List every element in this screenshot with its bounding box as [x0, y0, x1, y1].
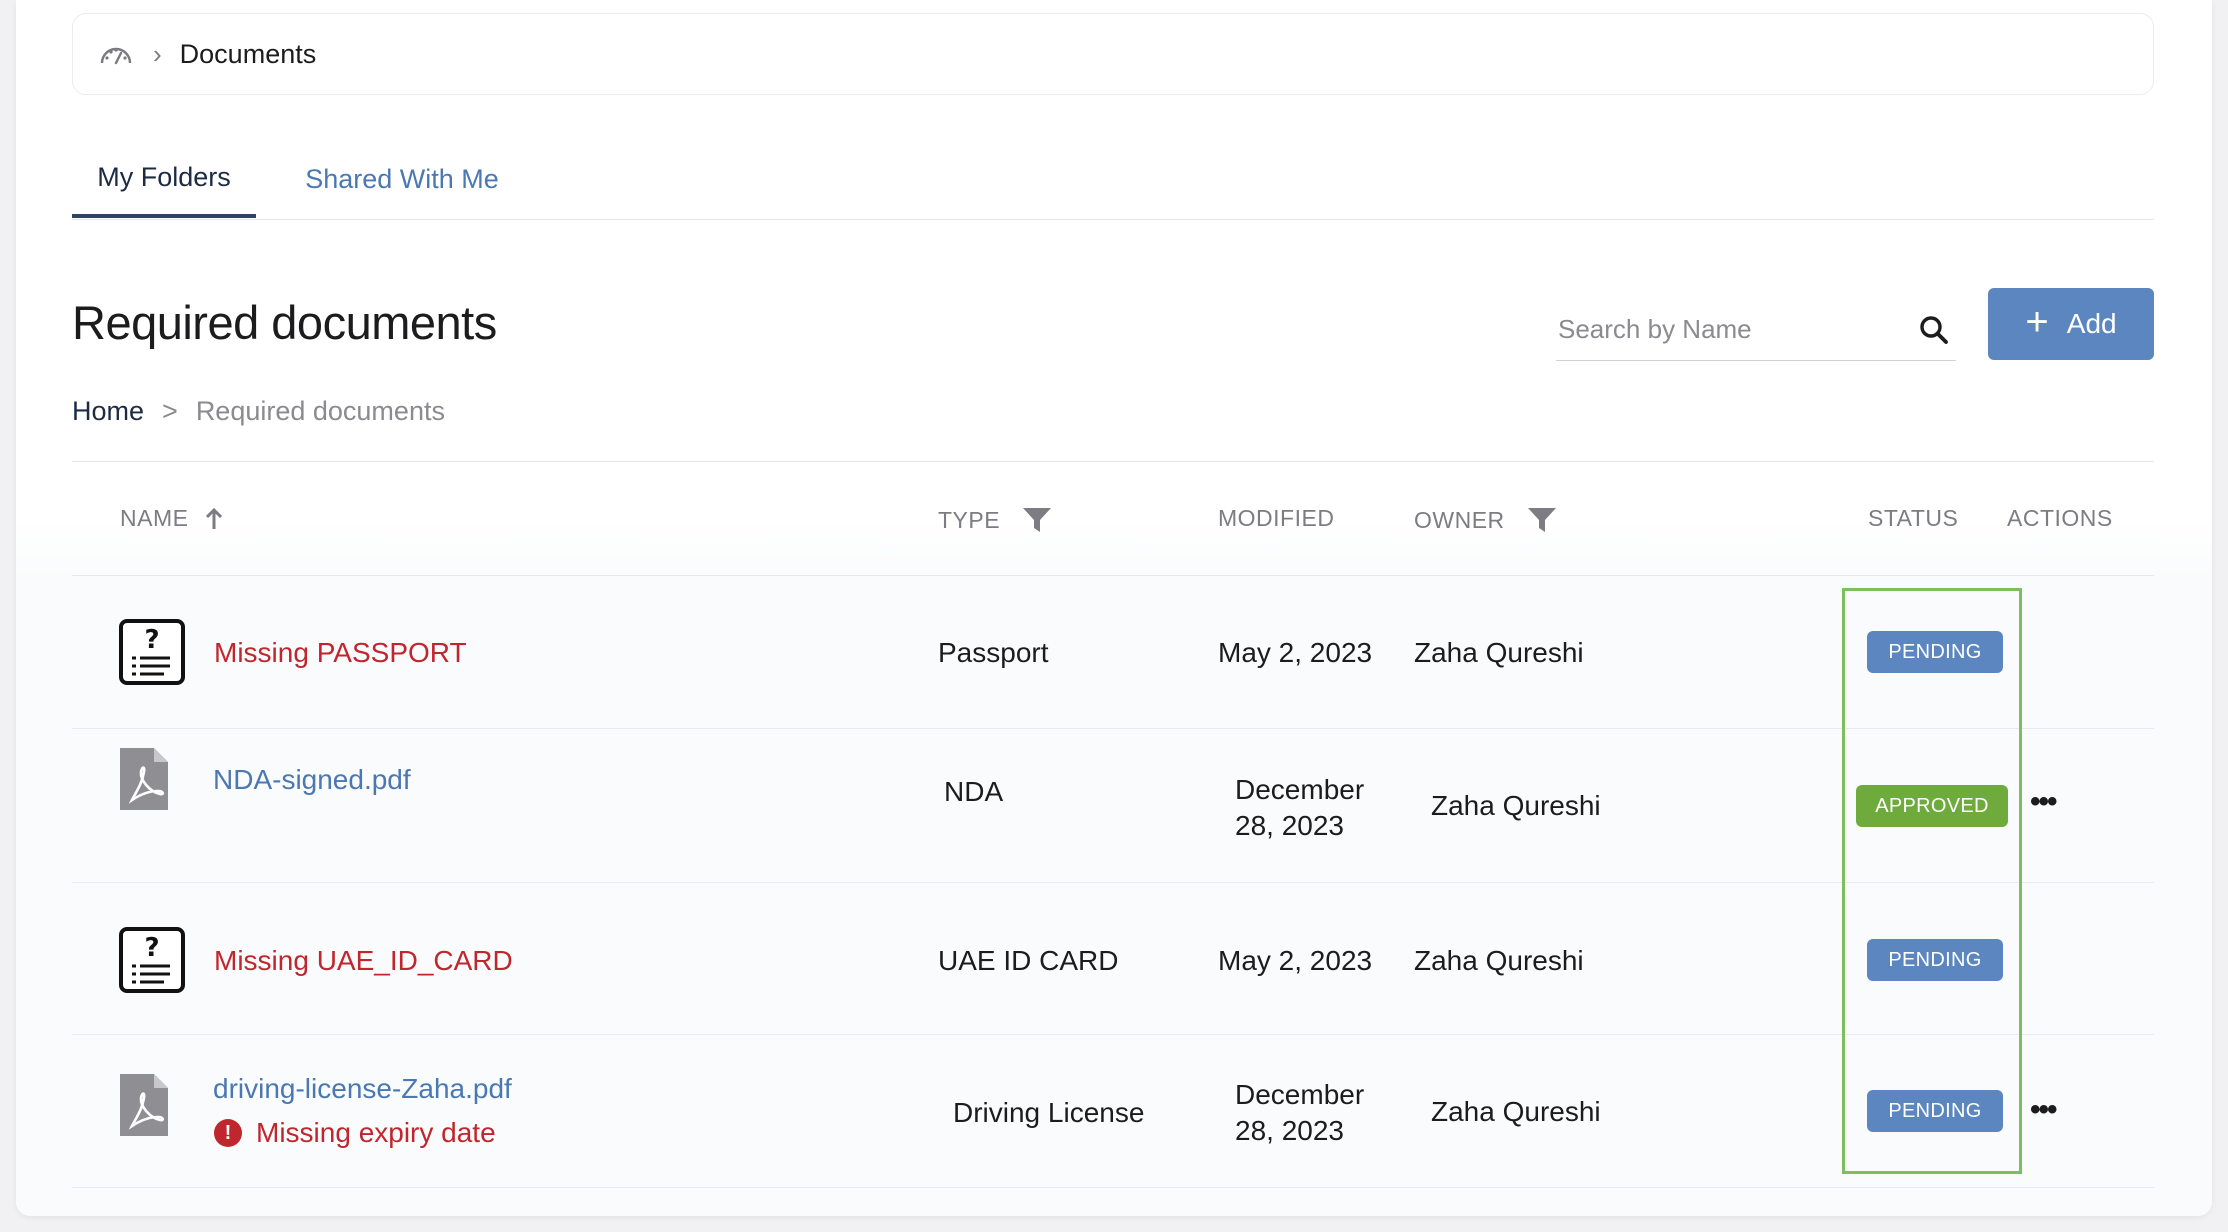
row-name-link[interactable]: Missing UAE_ID_CARD: [214, 945, 513, 977]
status-column-highlight: [1842, 588, 2022, 1174]
more-actions-icon[interactable]: •••: [2030, 1093, 2057, 1127]
row-owner: Zaha Qureshi: [1431, 1096, 1601, 1127]
table-top-divider: [72, 461, 2154, 462]
breadcrumb-home[interactable]: Home: [72, 396, 144, 427]
missing-document-icon: ?: [118, 618, 186, 693]
row-divider: [72, 575, 2154, 576]
add-button-label: Add: [2066, 308, 2117, 339]
row-modified-line2: 28, 2023: [1235, 810, 1344, 841]
column-header-type[interactable]: TYPE: [938, 506, 1052, 534]
column-actions-label: ACTIONS: [2007, 505, 2113, 531]
breadcrumb-current: Required documents: [195, 396, 445, 426]
folder-tabs: My Folders Shared With Me: [72, 140, 2154, 220]
svg-text:?: ?: [144, 933, 159, 963]
row-modified-line1: December: [1235, 1079, 1365, 1110]
svg-text:?: ?: [144, 625, 159, 655]
more-actions-icon[interactable]: •••: [2030, 785, 2057, 819]
row-modified: December 28, 2023: [1235, 772, 1364, 844]
tab-my-folders[interactable]: My Folders: [72, 140, 256, 218]
row-modified: May 2, 2023: [1218, 945, 1373, 976]
column-owner-label: OWNER: [1414, 506, 1505, 533]
breadcrumb: Home > Required documents: [72, 396, 445, 427]
row-modified: December 28, 2023: [1235, 1077, 1364, 1149]
dashboard-gauge-icon[interactable]: [99, 37, 133, 71]
row-modified-line2: 28, 2023: [1235, 1115, 1344, 1146]
sort-ascending-icon[interactable]: [204, 507, 224, 531]
column-modified-label: MODIFIED: [1218, 505, 1335, 531]
row-owner: Zaha Qureshi: [1431, 790, 1601, 821]
chevron-right-icon: ›: [153, 38, 162, 69]
row-divider: [72, 1187, 2154, 1188]
search-icon[interactable]: [1918, 314, 1950, 346]
row-name-link[interactable]: NDA-signed.pdf: [213, 764, 411, 796]
row-type: Driving License: [953, 1097, 1145, 1128]
tab-shared-with-me[interactable]: Shared With Me: [284, 140, 520, 218]
error-icon: !: [214, 1119, 242, 1147]
row-warning-text: Missing expiry date: [256, 1117, 496, 1148]
column-header-owner[interactable]: OWNER: [1414, 506, 1557, 534]
breadcrumb-separator: >: [162, 396, 178, 426]
pdf-file-icon: [118, 1072, 170, 1145]
row-modified-line1: December: [1235, 774, 1365, 805]
breadcrumb-documents[interactable]: Documents: [180, 39, 317, 70]
row-type: UAE ID CARD: [938, 945, 1119, 976]
add-button[interactable]: + Add: [1988, 288, 2154, 360]
top-breadcrumb: › Documents: [72, 13, 2154, 95]
row-type: NDA: [944, 776, 1004, 807]
row-modified: May 2, 2023: [1218, 637, 1373, 668]
column-header-status: STATUS: [1868, 505, 1958, 532]
row-name-link[interactable]: Missing PASSPORT: [214, 637, 467, 669]
filter-icon[interactable]: [1527, 506, 1557, 534]
page-title: Required documents: [72, 296, 497, 349]
row-owner: Zaha Qureshi: [1414, 945, 1584, 976]
filter-icon[interactable]: [1022, 506, 1052, 534]
column-header-actions: ACTIONS: [2007, 505, 2113, 532]
plus-icon: +: [2025, 300, 2049, 344]
search-input[interactable]: [1556, 300, 1890, 358]
column-name-label: NAME: [120, 505, 189, 531]
pdf-file-icon: [118, 746, 170, 819]
column-header-modified[interactable]: MODIFIED: [1218, 505, 1334, 532]
row-name-link[interactable]: driving-license-Zaha.pdf: [213, 1073, 512, 1105]
column-header-name[interactable]: NAME: [120, 505, 224, 532]
row-type: Passport: [938, 637, 1049, 668]
row-owner: Zaha Qureshi: [1414, 637, 1584, 668]
search-box: [1556, 300, 1956, 361]
row-warning: ! Missing expiry date: [214, 1117, 496, 1149]
missing-document-icon: ?: [118, 926, 186, 1001]
column-type-label: TYPE: [938, 506, 1001, 533]
column-status-label: STATUS: [1868, 505, 1959, 531]
